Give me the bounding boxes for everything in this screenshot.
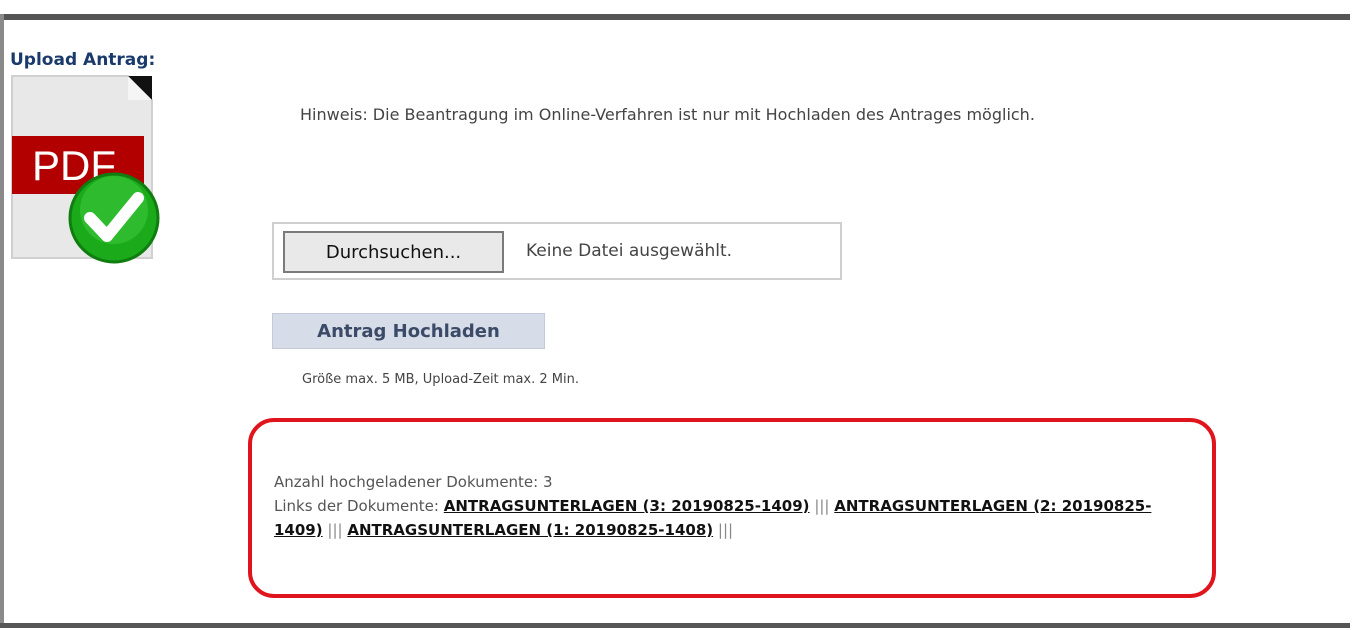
pdf-file-icon: PDF bbox=[11, 75, 160, 264]
section-title: Upload Antrag: bbox=[10, 50, 156, 70]
hint-text: Hinweis: Die Beantragung im Online-Verfa… bbox=[300, 105, 1035, 124]
frame-left-border bbox=[0, 14, 4, 628]
link-separator: ||| bbox=[717, 521, 734, 539]
document-link-3[interactable]: ANTRAGSUNTERLAGEN (3: 20190825-1409) bbox=[444, 497, 810, 515]
frame-top-border bbox=[0, 14, 1350, 20]
document-link-1[interactable]: ANTRAGSUNTERLAGEN (1: 20190825-1408) bbox=[347, 521, 713, 539]
link-separator: ||| bbox=[814, 497, 830, 515]
check-circle-icon bbox=[68, 172, 160, 264]
uploaded-documents: Anzahl hochgeladener Dokumente: 3 Links … bbox=[274, 470, 1194, 542]
browse-button[interactable]: Durchsuchen... bbox=[283, 231, 504, 273]
upload-limits: Größe max. 5 MB, Upload-Zeit max. 2 Min. bbox=[302, 372, 579, 387]
frame-bottom-border bbox=[0, 623, 1350, 628]
link-separator: ||| bbox=[327, 521, 343, 539]
document-count: 3 bbox=[543, 473, 553, 491]
document-count-label: Anzahl hochgeladener Dokumente: bbox=[274, 473, 539, 491]
file-status: Keine Datei ausgewählt. bbox=[526, 241, 733, 261]
upload-button[interactable]: Antrag Hochladen bbox=[272, 313, 545, 349]
document-links-label: Links der Dokumente: bbox=[274, 497, 439, 515]
file-input[interactable]: Durchsuchen... Keine Datei ausgewählt. bbox=[272, 222, 842, 280]
